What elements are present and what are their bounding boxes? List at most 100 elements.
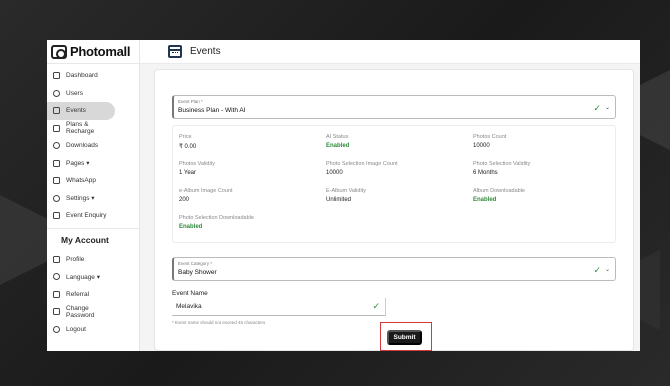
plan-detail-label: Photo Selection Image Count [326, 161, 398, 167]
sidebar-item-label: Plans & Recharge [66, 121, 95, 136]
download-icon [53, 142, 60, 150]
sidebar: Photomall Dashboard Users Events Plans & Re… [47, 40, 140, 351]
event-name-label: Event Name [172, 290, 208, 297]
plan-detail: Price ₹ 0.00 [179, 134, 196, 150]
plan-detail-value: Enabled [473, 197, 497, 203]
plan-detail-value: 10000 [326, 170, 343, 176]
plan-detail-label: Album Downloadable [473, 188, 525, 194]
sidebar-item-label: Downloads [66, 142, 99, 150]
submit-highlight: Submit [380, 322, 432, 351]
chevron-down-icon[interactable]: ⌄ [605, 266, 610, 273]
language-icon [53, 273, 60, 281]
dashboard-icon [53, 72, 60, 80]
sidebar-item-label: Dashboard [66, 72, 98, 80]
plan-detail-label: E-Album Validity [326, 188, 366, 194]
plan-detail-label: AI Status [326, 134, 349, 140]
gear-icon [53, 194, 60, 202]
plan-detail-value: Unlimited [326, 197, 352, 203]
plan-detail-value: Enabled [326, 143, 350, 149]
plan-details-panel: Price ₹ 0.00 AI Status Enabled Photos Count 1… [172, 125, 616, 243]
logout-icon [53, 325, 60, 333]
sidebar-item[interactable]: Event Enquiry [47, 207, 115, 225]
sidebar-item-label: Users [66, 89, 83, 97]
main-content: Events Event Plan * Business Plan - With… [140, 40, 640, 351]
check-icon: ✓ [593, 103, 601, 113]
sidebar-item[interactable]: WhatsApp [47, 172, 115, 190]
event-plan-value: Business Plan - With AI [178, 107, 246, 114]
event-plan-select[interactable]: Event Plan * Business Plan - With AI ✓ ⌄ [172, 95, 616, 119]
plan-detail: Photos Count 10000 [473, 134, 506, 149]
account-item-label: Change Password [66, 304, 95, 319]
app-name: Photomall [70, 44, 131, 59]
sidebar-item[interactable]: Plans & Recharge [47, 120, 115, 138]
pages-icon [53, 159, 60, 167]
plan-detail-label: Photos Count [473, 134, 507, 140]
event-category-select[interactable]: Event Category * Baby Shower ✓ ⌄ [172, 257, 616, 281]
plan-detail: AI Status Enabled [326, 134, 349, 149]
account-item-label: Referral [66, 290, 90, 298]
event-name-input[interactable]: Melavika ✓ [172, 298, 386, 316]
plan-detail-value: ₹ 0.00 [179, 144, 197, 150]
submit-button[interactable]: Submit [387, 330, 422, 345]
sidebar-item[interactable]: Dashboard [47, 67, 115, 85]
whatsapp-icon [53, 177, 60, 185]
plan-detail-label: e-Album Image Count [179, 188, 233, 194]
account-item[interactable]: Language ▾ [47, 268, 115, 286]
calendar-icon [168, 45, 182, 58]
logo[interactable]: Photomall [47, 40, 139, 64]
check-icon: ✓ [593, 265, 601, 275]
account-item[interactable]: Profile [47, 251, 115, 269]
plan-detail-label: Photo Selection Validity [473, 161, 531, 167]
plan-detail: Photo Selection Validity 6 Months [473, 161, 530, 176]
page-header: Events [140, 40, 640, 64]
account-item[interactable]: Change Password [47, 303, 115, 321]
account-item-label: Language ▾ [66, 273, 100, 281]
sidebar-nav: Dashboard Users Events Plans & Recharge Down… [47, 64, 139, 225]
event-category-value: Baby Shower [178, 269, 217, 276]
account-nav: Profile Language ▾ Referral Change Password… [47, 251, 139, 339]
event-name-value: Melavika [176, 303, 202, 310]
sidebar-item-label: Events [66, 107, 86, 115]
plan-detail: E-Album Validity Unlimited [326, 188, 366, 203]
plan-detail-value: Enabled [179, 224, 203, 230]
calendar-icon [53, 107, 60, 115]
plan-detail-value: 10000 [473, 143, 490, 149]
enquiry-icon [53, 212, 60, 220]
account-item-label: Profile [66, 255, 85, 263]
sidebar-item[interactable]: Events [47, 102, 115, 120]
event-category-label: Event Category * [178, 261, 213, 266]
plan-detail-label: Price [179, 134, 192, 140]
plan-detail: Photo Selection Downloadable Enabled [179, 215, 254, 230]
plan-detail: Album Downloadable Enabled [473, 188, 525, 203]
wallet-icon [53, 124, 60, 132]
sidebar-item-label: WhatsApp [66, 177, 96, 185]
app-window: Photomall Dashboard Users Events Plans & Re… [47, 40, 640, 351]
chevron-down-icon[interactable]: ⌄ [605, 104, 610, 111]
sidebar-item[interactable]: Users [47, 85, 115, 103]
plan-detail: Photo Selection Image Count 10000 [326, 161, 398, 176]
page-title: Events [190, 46, 221, 57]
profile-icon [53, 255, 60, 263]
plan-detail-value: 6 Months [473, 170, 498, 176]
account-item-label: Logout [66, 325, 86, 333]
plan-detail: Photos Validity 1 Year [179, 161, 215, 176]
sidebar-item-label: Settings ▾ [66, 195, 95, 203]
plan-detail-label: Photo Selection Downloadable [179, 215, 254, 221]
referral-icon [53, 290, 60, 298]
camera-logo-icon [51, 44, 67, 59]
user-icon [53, 89, 60, 97]
account-item[interactable]: Logout [47, 321, 115, 339]
sidebar-item[interactable]: Downloads [47, 137, 115, 155]
sidebar-item[interactable]: Settings ▾ [47, 190, 115, 208]
account-item[interactable]: Referral [47, 286, 115, 304]
plan-detail: e-Album Image Count 200 [179, 188, 233, 203]
check-icon: ✓ [372, 301, 380, 311]
sidebar-item-label: Event Enquiry [66, 212, 107, 220]
key-icon [53, 308, 60, 316]
plan-detail-value: 1 Year [179, 170, 197, 176]
sidebar-item[interactable]: Pages ▾ [47, 155, 115, 173]
sidebar-item-label: Pages ▾ [66, 160, 90, 168]
plan-detail-value: 200 [179, 197, 190, 203]
account-section-title: My Account [47, 227, 139, 251]
event-form-card: Event Plan * Business Plan - With AI ✓ ⌄… [154, 69, 634, 351]
